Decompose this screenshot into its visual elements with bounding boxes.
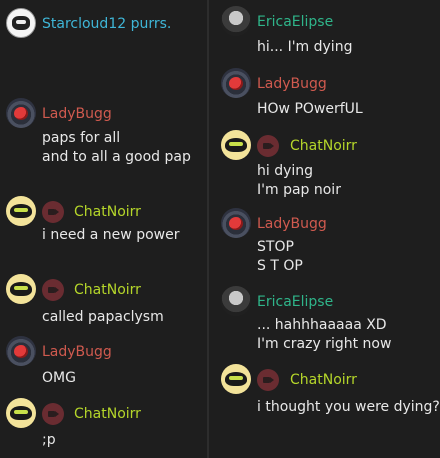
avatar-ladybugg[interactable] bbox=[6, 98, 36, 128]
message-text: i thought you were dying? bbox=[257, 399, 440, 415]
avatar-starcloud12[interactable] bbox=[6, 8, 36, 38]
chat-message: LadyBugg OMG bbox=[0, 336, 207, 388]
video-camera-icon[interactable] bbox=[42, 403, 64, 425]
status-line: Starcloud12 purrs. bbox=[0, 8, 207, 40]
chat-message: LadyBugg STOP S T OP bbox=[209, 208, 440, 276]
chat-message: EricaElipse hi... I'm dying bbox=[209, 6, 440, 57]
video-camera-icon[interactable] bbox=[257, 369, 279, 391]
avatar-ladybugg[interactable] bbox=[221, 68, 251, 98]
message-text: paps for all and to all a good pap bbox=[42, 130, 191, 165]
message-text: HOw POwerfUL bbox=[257, 101, 363, 117]
author-name[interactable]: ChatNoirr bbox=[74, 405, 141, 423]
chat-message: ChatNoirr hi dying I'm pap noir bbox=[209, 130, 440, 200]
author-name[interactable]: ChatNoirr bbox=[290, 371, 357, 389]
avatar-ladybugg[interactable] bbox=[221, 208, 251, 238]
author-name[interactable]: ChatNoirr bbox=[74, 203, 141, 221]
chat-column-right: EricaElipse hi... I'm dying LadyBugg HOw… bbox=[209, 0, 440, 458]
message-text: i need a new power bbox=[42, 227, 180, 243]
chat-message: ChatNoirr called papaclysm bbox=[0, 274, 207, 327]
chat-message: LadyBugg HOw POwerfUL bbox=[209, 68, 440, 119]
chat-column-left: Starcloud12 purrs. LadyBugg paps for all… bbox=[0, 0, 207, 458]
status-text: Starcloud12 purrs. bbox=[42, 16, 172, 32]
video-camera-icon[interactable] bbox=[42, 279, 64, 301]
avatar-chatnoirr[interactable] bbox=[221, 364, 251, 394]
chat-message: ChatNoirr ;p bbox=[0, 398, 207, 450]
author-name[interactable]: EricaElipse bbox=[257, 293, 333, 311]
avatar-chatnoirr[interactable] bbox=[6, 398, 36, 428]
author-name[interactable]: LadyBugg bbox=[257, 215, 327, 233]
avatar-ericaelipse[interactable] bbox=[221, 6, 251, 36]
message-text: OMG bbox=[42, 370, 76, 386]
author-name[interactable]: LadyBugg bbox=[257, 75, 327, 93]
author-name[interactable]: LadyBugg bbox=[42, 105, 112, 123]
author-name[interactable]: ChatNoirr bbox=[290, 137, 357, 155]
message-text: STOP S T OP bbox=[257, 239, 303, 274]
chat-message: ChatNoirr i need a new power bbox=[0, 196, 207, 245]
message-text: ... hahhhaaaaa XD I'm crazy right now bbox=[257, 317, 392, 352]
message-text: ;p bbox=[42, 432, 56, 448]
chat-message: EricaElipse ... hahhhaaaaa XD I'm crazy … bbox=[209, 286, 440, 354]
avatar-ladybugg[interactable] bbox=[6, 336, 36, 366]
chat-message: LadyBugg paps for all and to all a good … bbox=[0, 98, 207, 167]
video-camera-icon[interactable] bbox=[42, 201, 64, 223]
author-name[interactable]: EricaElipse bbox=[257, 13, 333, 31]
message-text: hi dying I'm pap noir bbox=[257, 163, 341, 198]
video-camera-icon[interactable] bbox=[257, 135, 279, 157]
avatar-chatnoirr[interactable] bbox=[6, 274, 36, 304]
author-name[interactable]: LadyBugg bbox=[42, 343, 112, 361]
avatar-chatnoirr[interactable] bbox=[6, 196, 36, 226]
message-text: called papaclysm bbox=[42, 309, 164, 325]
message-text: hi... I'm dying bbox=[257, 39, 353, 55]
author-name[interactable]: ChatNoirr bbox=[74, 281, 141, 299]
chat-message: ChatNoirr i thought you were dying? bbox=[209, 364, 440, 417]
avatar-chatnoirr[interactable] bbox=[221, 130, 251, 160]
avatar-ericaelipse[interactable] bbox=[221, 286, 251, 316]
